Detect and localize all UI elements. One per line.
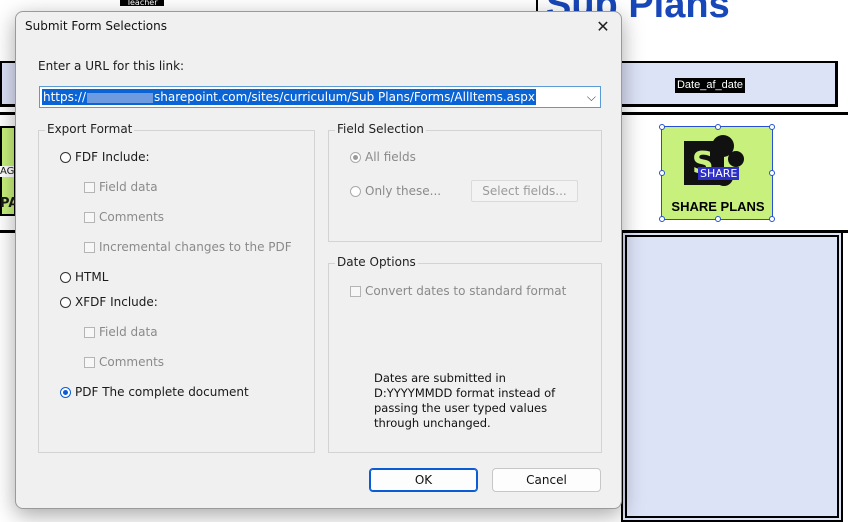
checkbox-box bbox=[84, 356, 95, 368]
submit-form-dialog: Submit Form Selections ✕ Enter a URL for… bbox=[15, 11, 622, 509]
resize-handle[interactable] bbox=[659, 124, 665, 130]
url-suffix: sharepoint.com/sites/curriculum/Sub Plan… bbox=[154, 90, 535, 104]
all-fields-label: All fields bbox=[365, 150, 416, 164]
left-button-text-small: AG bbox=[0, 166, 15, 177]
xfdf-radio[interactable]: XFDF Include: bbox=[60, 295, 158, 309]
share-tag: SHARE bbox=[698, 167, 740, 180]
checkbox-box bbox=[350, 285, 361, 297]
pdf-label: PDF The complete document bbox=[75, 385, 249, 399]
chevron-down-icon[interactable]: ⌵ bbox=[587, 90, 596, 104]
resize-handle[interactable] bbox=[659, 216, 665, 222]
resize-handle[interactable] bbox=[715, 216, 721, 222]
url-label: Enter a URL for this link: bbox=[38, 59, 185, 73]
checkbox-box bbox=[84, 211, 95, 223]
url-prefix: https:// bbox=[43, 90, 87, 104]
dialog-title: Submit Form Selections bbox=[25, 19, 167, 33]
date-options-label: Date Options bbox=[335, 255, 418, 269]
radio-indicator bbox=[350, 151, 361, 163]
fdf-radio[interactable]: FDF Include: bbox=[60, 150, 150, 164]
checkbox-box bbox=[84, 241, 95, 253]
share-plans-label: SHARE PLANS bbox=[671, 199, 765, 214]
xfdf-comments-checkbox[interactable]: Comments bbox=[84, 355, 164, 369]
content-box bbox=[621, 231, 843, 522]
teacher-field: Teacher bbox=[120, 0, 164, 6]
checkbox-label: Comments bbox=[99, 355, 165, 369]
cancel-button[interactable]: Cancel bbox=[492, 468, 601, 492]
radio-indicator bbox=[60, 386, 71, 398]
resize-handle[interactable] bbox=[769, 216, 775, 222]
field-selection-label: Field Selection bbox=[335, 122, 426, 136]
radio-indicator bbox=[60, 271, 71, 283]
fdf-field-data-checkbox[interactable]: Field data bbox=[84, 180, 158, 194]
date-field[interactable]: Date_af_date bbox=[675, 78, 745, 93]
convert-dates-checkbox[interactable]: Convert dates to standard format bbox=[350, 284, 566, 298]
all-fields-radio[interactable]: All fields bbox=[350, 150, 416, 164]
checkbox-box bbox=[84, 326, 95, 338]
resize-handle[interactable] bbox=[769, 124, 775, 130]
sharepoint-icon: S bbox=[684, 135, 744, 186]
export-format-label: Export Format bbox=[45, 122, 135, 136]
pdf-radio[interactable]: PDF The complete document bbox=[60, 385, 249, 399]
checkbox-box bbox=[84, 181, 95, 193]
share-plans-button[interactable]: S SHARE SHARE PLANS bbox=[659, 124, 775, 222]
checkbox-label: Incremental changes to the PDF bbox=[99, 240, 292, 254]
only-these-radio[interactable]: Only these... bbox=[350, 184, 441, 198]
resize-handle[interactable] bbox=[659, 170, 665, 176]
resize-handle[interactable] bbox=[715, 124, 721, 130]
url-combobox[interactable]: https:// sharepoint.com/sites/curriculum/… bbox=[39, 86, 601, 108]
only-these-label: Only these... bbox=[365, 184, 442, 198]
title-bar[interactable]: Submit Form Selections ✕ bbox=[16, 12, 621, 42]
redacted-domain bbox=[87, 92, 154, 103]
checkbox-label: Field data bbox=[99, 325, 158, 339]
radio-indicator bbox=[60, 296, 71, 308]
radio-indicator bbox=[60, 151, 71, 163]
close-icon[interactable]: ✕ bbox=[589, 14, 617, 40]
xfdf-label: XFDF Include: bbox=[75, 295, 158, 309]
url-input-value[interactable]: https:// sharepoint.com/sites/curriculum/… bbox=[42, 89, 536, 105]
checkbox-label: Field data bbox=[99, 180, 158, 194]
html-label: HTML bbox=[75, 270, 109, 284]
fdf-comments-checkbox[interactable]: Comments bbox=[84, 210, 164, 224]
date-note: Dates are submitted in D:YYYYMMDD format… bbox=[374, 371, 556, 430]
select-fields-button[interactable]: Select fields... bbox=[471, 180, 578, 202]
checkbox-label: Convert dates to standard format bbox=[365, 284, 567, 298]
html-radio[interactable]: HTML bbox=[60, 270, 108, 284]
fdf-label: FDF Include: bbox=[75, 150, 150, 164]
xfdf-field-data-checkbox[interactable]: Field data bbox=[84, 325, 158, 339]
resize-handle[interactable] bbox=[769, 170, 775, 176]
radio-indicator bbox=[350, 185, 361, 197]
fdf-incremental-checkbox[interactable]: Incremental changes to the PDF bbox=[84, 240, 292, 254]
checkbox-label: Comments bbox=[99, 210, 165, 224]
export-format-group: Export Format bbox=[38, 122, 315, 453]
ok-button[interactable]: OK bbox=[369, 468, 478, 492]
